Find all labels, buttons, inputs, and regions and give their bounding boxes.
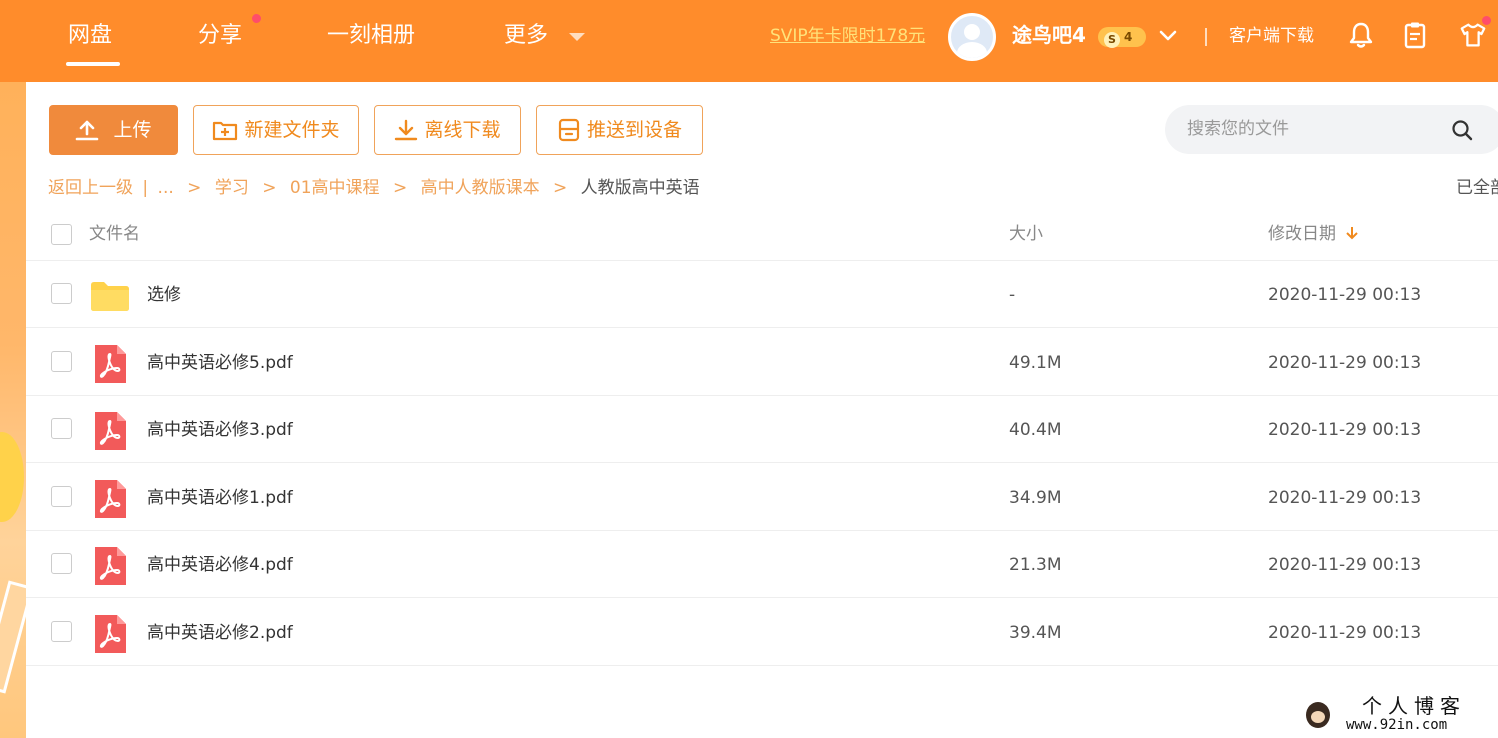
breadcrumb-separator: > [262, 178, 277, 198]
new-folder-button[interactable]: 新建文件夹 [193, 105, 359, 155]
upload-icon [76, 120, 99, 141]
decorative-banner [0, 82, 26, 738]
table-row[interactable]: 高中英语必修5.pdf 49.1M 2020-11-29 00:13 [26, 329, 1498, 396]
nav-tab-album[interactable]: 一刻相册 [327, 20, 415, 52]
column-header-size[interactable]: 大小 [1009, 222, 1043, 246]
breadcrumb-ellipsis[interactable]: ... [158, 178, 174, 198]
download-icon [395, 119, 418, 141]
row-checkbox[interactable] [51, 283, 72, 304]
file-date: 2020-11-29 00:13 [1268, 555, 1422, 575]
breadcrumb-pipe: | [142, 178, 149, 198]
divider [1205, 28, 1207, 46]
new-folder-label: 新建文件夹 [244, 118, 340, 141]
watermark-title: 个人博客 [1362, 694, 1466, 718]
chevron-down-icon[interactable] [1158, 28, 1178, 44]
table-row[interactable]: 高中英语必修3.pdf 40.4M 2020-11-29 00:13 [26, 396, 1498, 463]
decorative-shape [0, 432, 24, 522]
breadcrumb: 返回上一级 | ... > 学习 > 01高中课程 > 高中人教版课本 > 人教… [48, 176, 700, 200]
user-avatar[interactable] [948, 13, 996, 61]
file-size: 39.4M [1009, 622, 1062, 643]
push-to-device-button[interactable]: 推送到设备 [536, 105, 703, 155]
breadcrumb-item-textbooks[interactable]: 高中人教版课本 [421, 178, 540, 198]
column-header-name[interactable]: 文件名 [89, 222, 140, 246]
select-all-checkbox[interactable] [51, 224, 72, 245]
file-name[interactable]: 高中英语必修5.pdf [147, 351, 293, 375]
watermark: 个人博客 www.92in.com [1300, 694, 1490, 734]
new-folder-icon [213, 121, 238, 141]
watermark-url: www.92in.com [1346, 717, 1448, 733]
file-size: 34.9M [1009, 487, 1062, 508]
table-row[interactable]: 高中英语必修1.pdf 34.9M 2020-11-29 00:13 [26, 464, 1498, 531]
notification-dot [252, 14, 261, 23]
pdf-file-icon [95, 344, 126, 383]
clipboard-icon[interactable] [1400, 20, 1430, 50]
upload-label: 上传 [113, 118, 152, 141]
search-icon[interactable] [1451, 119, 1473, 141]
bell-icon[interactable] [1346, 20, 1376, 50]
breadcrumb-separator: > [187, 178, 202, 198]
file-name[interactable]: 选修 [147, 283, 181, 307]
pdf-file-icon [95, 614, 126, 653]
pdf-file-icon [95, 547, 126, 585]
file-size: - [1009, 285, 1016, 305]
column-header-date[interactable]: 修改日期 [1268, 222, 1359, 246]
watermark-avatar-icon [1306, 702, 1330, 728]
file-name[interactable]: 高中英语必修4.pdf [147, 553, 293, 577]
push-to-device-label: 推送到设备 [586, 118, 682, 141]
column-header-date-label: 修改日期 [1268, 224, 1336, 244]
level-badge: S4 [1098, 27, 1146, 48]
search-input[interactable] [1187, 115, 1447, 143]
client-download-link[interactable]: 客户端下载 [1229, 25, 1314, 47]
breadcrumb-item-study[interactable]: 学习 [215, 178, 249, 198]
nav-tab-more[interactable]: 更多 [504, 20, 548, 52]
table-row[interactable]: 选修 - 2020-11-29 00:13 [26, 261, 1498, 328]
device-icon [558, 118, 580, 142]
offline-download-button[interactable]: 离线下载 [374, 105, 521, 155]
breadcrumb-item-courses[interactable]: 01高中课程 [290, 178, 380, 198]
notification-dot [1482, 16, 1491, 25]
loaded-status: 已全部加载 [1456, 178, 1498, 198]
search-box [1165, 105, 1498, 154]
breadcrumb-separator: > [553, 178, 568, 198]
offline-download-label: 离线下载 [424, 118, 501, 141]
pdf-file-icon [95, 479, 126, 518]
more-dropdown-icon[interactable] [569, 33, 585, 41]
breadcrumb-separator: > [392, 178, 408, 198]
table-row[interactable]: 高中英语必修2.pdf 39.4M 2020-11-29 00:13 [26, 599, 1498, 666]
folder-icon [91, 282, 129, 311]
file-date: 2020-11-29 00:13 [1268, 285, 1422, 305]
file-size: 40.4M [1009, 420, 1062, 440]
file-date: 2020-11-29 00:13 [1268, 420, 1422, 440]
decorative-shape [0, 580, 26, 694]
file-size: 21.3M [1009, 555, 1062, 575]
file-size: 49.1M [1009, 352, 1062, 373]
file-browser-panel: 上传 新建文件夹 离线下载 推送到设备 返回上一级 [26, 82, 1498, 738]
file-date: 2020-11-29 00:13 [1268, 352, 1422, 373]
file-name[interactable]: 高中英语必修1.pdf [147, 486, 293, 510]
row-checkbox[interactable] [51, 485, 72, 507]
file-name[interactable]: 高中英语必修3.pdf [147, 418, 293, 442]
breadcrumb-current: 人教版高中英语 [580, 178, 700, 198]
sort-desc-icon[interactable] [1345, 225, 1359, 241]
pdf-file-icon [95, 412, 126, 450]
file-date: 2020-11-29 00:13 [1268, 487, 1422, 508]
nav-tab-share[interactable]: 分享 [198, 20, 242, 52]
nav-tab-netdisk[interactable]: 网盘 [65, 20, 121, 66]
row-checkbox[interactable] [51, 350, 72, 372]
table-row[interactable]: 高中英语必修4.pdf 21.3M 2020-11-29 00:13 [26, 531, 1498, 598]
row-checkbox[interactable] [51, 418, 72, 439]
svip-promo-link[interactable]: SVIP年卡限时178元 [770, 25, 925, 47]
row-checkbox[interactable] [51, 553, 72, 574]
username[interactable]: 途鸟吧4 [1012, 21, 1086, 49]
upload-button[interactable]: 上传 [49, 105, 178, 155]
coin-icon: S [1104, 32, 1120, 48]
row-checkbox[interactable] [51, 620, 72, 642]
file-date: 2020-11-29 00:13 [1268, 622, 1422, 643]
breadcrumb-back[interactable]: 返回上一级 [48, 178, 133, 198]
top-navigation-bar: 网盘 分享 一刻相册 更多 SVIP年卡限时178元 途鸟吧4 S4 客户端下载 [0, 0, 1498, 82]
file-name[interactable]: 高中英语必修2.pdf [147, 621, 293, 645]
level-number: 4 [1124, 30, 1133, 44]
